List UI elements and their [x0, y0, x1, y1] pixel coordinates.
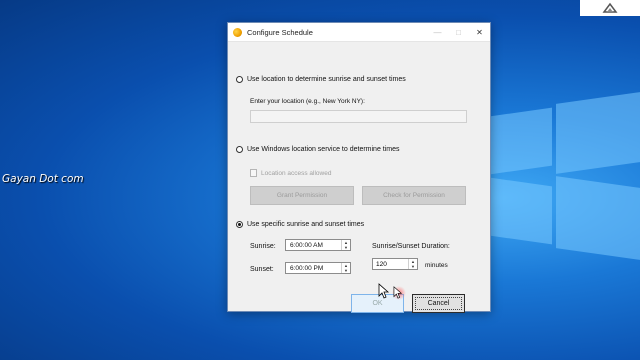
mouse-cursor-icon [378, 283, 390, 299]
minimize-icon[interactable]: — [427, 23, 448, 41]
radio-specific-label: Use specific sunrise and sunset times [247, 221, 365, 228]
sunrise-label: Sunrise: [250, 243, 276, 250]
radio-windows-location[interactable]: Use Windows location service to determin… [236, 146, 400, 153]
sunrise-value: 6:00:00 AM [290, 241, 323, 249]
radio-circle-specific[interactable] [236, 221, 243, 228]
sunset-spinner[interactable]: ▲ ▼ [341, 263, 350, 273]
sunrise-time-input[interactable]: 6:00:00 AM ▲ ▼ [285, 239, 351, 251]
location-access-label: Location access allowed [261, 169, 332, 177]
dialog-title: Configure Schedule [247, 27, 313, 37]
radio-circle-location[interactable] [236, 76, 243, 83]
grant-permission-button[interactable]: Grant Permission [250, 186, 354, 205]
radio-windows-location-label: Use Windows location service to determin… [247, 146, 400, 153]
sunset-value: 6:00:00 PM [290, 264, 324, 272]
location-input-label: Enter your location (e.g., New York NY): [250, 98, 365, 105]
cancel-button[interactable]: Cancel [412, 294, 465, 313]
duration-value: 120 [376, 260, 387, 268]
maximize-icon[interactable]: □ [448, 23, 469, 41]
configure-schedule-dialog: Configure Schedule — □ ✕ Use location to… [227, 22, 491, 313]
mouse-cursor-shadow-icon [393, 286, 403, 299]
duration-label: Sunrise/Sunset Duration: [372, 243, 450, 250]
location-input[interactable] [250, 110, 467, 123]
location-access-checkbox[interactable]: Location access allowed [250, 169, 331, 177]
check-permission-button[interactable]: Check for Permission [362, 186, 466, 205]
radio-location-label: Use location to determine sunrise and su… [247, 76, 406, 83]
close-icon[interactable]: ✕ [469, 23, 490, 41]
duration-spinner[interactable]: ▲ ▼ [408, 259, 417, 269]
radio-specific[interactable]: Use specific sunrise and sunset times [236, 221, 364, 228]
corner-logo [580, 0, 640, 16]
watermark-text: Gayan Dot com [2, 173, 84, 185]
radio-location[interactable]: Use location to determine sunrise and su… [236, 76, 406, 83]
sunset-label: Sunset: [250, 266, 274, 273]
sunrise-spinner[interactable]: ▲ ▼ [341, 240, 350, 250]
title-bar[interactable]: Configure Schedule — □ ✕ [228, 23, 490, 42]
sunset-time-input[interactable]: 6:00:00 PM ▲ ▼ [285, 262, 351, 274]
radio-circle-windows-location[interactable] [236, 146, 243, 153]
checkbox-box[interactable] [250, 169, 257, 177]
duration-unit: minutes [425, 262, 448, 269]
duration-input[interactable]: 120 ▲ ▼ [372, 258, 418, 270]
app-icon [233, 27, 242, 37]
